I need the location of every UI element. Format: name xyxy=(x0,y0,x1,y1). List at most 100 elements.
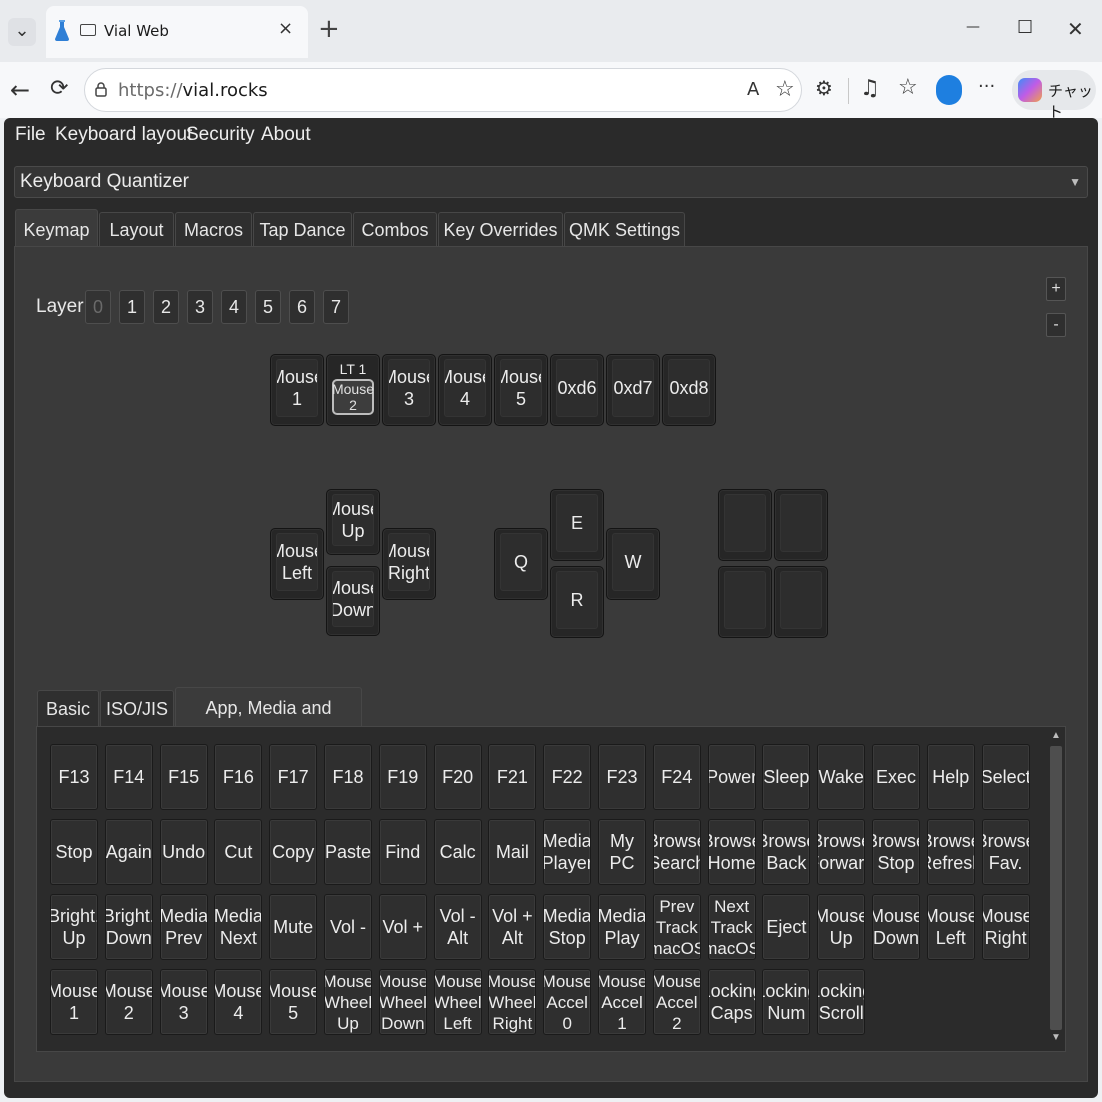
keycode-button[interactable]: Browse Refresh xyxy=(926,819,975,885)
keycode-button[interactable]: Wake xyxy=(817,744,866,810)
keymap-key[interactable]: 0xd7 xyxy=(606,354,660,426)
keycode-button[interactable]: Browse Search xyxy=(652,819,701,885)
keycode-button[interactable]: Vol + Alt xyxy=(488,894,537,960)
keycode-button[interactable]: Undo xyxy=(159,819,208,885)
keycode-button[interactable]: Bright. Up xyxy=(50,894,98,960)
keycode-button[interactable]: Media Player xyxy=(543,819,592,885)
keycode-button[interactable]: Mouse Right xyxy=(981,894,1030,960)
keycode-button[interactable]: Mouse Wheel Left xyxy=(433,969,482,1035)
keymap-key[interactable]: Mouse Left xyxy=(270,528,324,600)
keycode-button[interactable]: F20 xyxy=(433,744,482,810)
keycode-button[interactable]: Stop xyxy=(50,819,98,885)
layer-6-button[interactable]: 6 xyxy=(289,290,315,324)
keycode-button[interactable]: Mouse Down xyxy=(872,894,920,960)
tab-app-media-mouse[interactable]: App, Media and Mouse xyxy=(175,687,362,758)
keycode-button[interactable]: F15 xyxy=(159,744,208,810)
keycode-button[interactable]: F17 xyxy=(269,744,318,810)
extensions-icon[interactable]: ⚙ xyxy=(815,78,833,98)
media-control-icon[interactable]: ♫ xyxy=(860,78,880,100)
keycode-button[interactable]: Eject xyxy=(762,894,811,960)
keymap-key[interactable]: Q xyxy=(494,528,548,600)
tab-layout[interactable]: Layout xyxy=(99,212,174,246)
address-bar[interactable]: https://vial.rocks A ☆ xyxy=(84,68,802,112)
tab-tap-dance[interactable]: Tap Dance xyxy=(253,212,352,246)
keymap-key[interactable]: Mouse 4 xyxy=(438,354,492,426)
keycode-button[interactable]: Mouse 3 xyxy=(159,969,208,1035)
menu-security[interactable]: Security xyxy=(186,124,255,146)
keycode-button[interactable]: F13 xyxy=(50,744,98,810)
tab-key-overrides[interactable]: Key Overrides xyxy=(438,212,563,246)
keymap-key[interactable]: Mouse Right xyxy=(382,528,436,600)
tab-keymap[interactable]: Keymap xyxy=(15,209,98,247)
keymap-key[interactable]: Mouse 3 xyxy=(382,354,436,426)
tab-iso-jis[interactable]: ISO/JIS xyxy=(100,690,174,726)
keycode-button[interactable]: Exec xyxy=(872,744,920,810)
keymap-key-layer-tap[interactable]: LT 1 Mouse 2 xyxy=(326,354,380,426)
keycode-button[interactable]: Power xyxy=(707,744,756,810)
keycode-button[interactable]: Vol + xyxy=(378,894,427,960)
favorite-star-icon[interactable]: ☆ xyxy=(775,79,795,101)
keymap-key[interactable]: W xyxy=(606,528,660,600)
close-window-icon[interactable]: ✕ xyxy=(1067,19,1084,39)
keycode-button[interactable]: Sleep xyxy=(762,744,811,810)
layer-1-button[interactable]: 1 xyxy=(119,290,145,324)
keycode-button[interactable]: F18 xyxy=(324,744,372,810)
keycode-button[interactable]: My PC xyxy=(598,819,646,885)
scroll-down-arrow[interactable]: ▼ xyxy=(1050,1032,1062,1043)
reload-icon[interactable]: ⟳ xyxy=(50,78,68,100)
keycode-button[interactable]: Browse Home xyxy=(707,819,756,885)
tab-basic[interactable]: Basic xyxy=(37,690,99,726)
keycode-button[interactable]: Mouse Left xyxy=(926,894,975,960)
menu-keyboard-layout[interactable]: Keyboard layout xyxy=(55,124,192,146)
keycode-button[interactable]: Cut xyxy=(214,819,263,885)
keycode-button[interactable]: Mute xyxy=(269,894,318,960)
close-tab-icon[interactable]: × xyxy=(278,20,293,38)
keycode-button[interactable]: Vol - xyxy=(324,894,372,960)
layer-5-button[interactable]: 5 xyxy=(255,290,281,324)
keycode-button[interactable]: Browse Fav. xyxy=(981,819,1030,885)
keymap-key[interactable]: Mouse 5 xyxy=(494,354,548,426)
maximize-icon[interactable]: ☐ xyxy=(1017,19,1033,37)
browser-tab[interactable]: Vial Web × xyxy=(46,6,308,58)
keycode-button[interactable]: F23 xyxy=(598,744,646,810)
menu-about[interactable]: About xyxy=(261,124,311,146)
keymap-key-empty[interactable] xyxy=(774,489,828,561)
keymap-key[interactable]: Mouse 1 xyxy=(270,354,324,426)
keycode-button[interactable]: Copy xyxy=(269,819,318,885)
keycode-button[interactable]: Media Next xyxy=(214,894,263,960)
keycode-button[interactable]: F21 xyxy=(488,744,537,810)
keycode-button[interactable]: Mouse 5 xyxy=(269,969,318,1035)
keycode-button[interactable]: Find xyxy=(378,819,427,885)
new-tab-button[interactable]: + xyxy=(318,16,340,42)
keycode-button[interactable]: Prev Track macOS xyxy=(652,894,701,960)
keycode-button[interactable]: Locking Scroll xyxy=(817,969,866,1035)
keycode-button[interactable]: Bright. Down xyxy=(104,894,153,960)
keycode-button[interactable]: Next Track macOS xyxy=(707,894,756,960)
menu-file[interactable]: File xyxy=(15,124,46,146)
keymap-key[interactable]: Mouse Up xyxy=(326,489,380,555)
copilot-button[interactable]: チャット xyxy=(1012,70,1096,121)
tab-macros[interactable]: Macros xyxy=(175,212,252,246)
keymap-key[interactable]: 0xd6 xyxy=(550,354,604,426)
layer-3-button[interactable]: 3 xyxy=(187,290,213,324)
layer-4-button[interactable]: 4 xyxy=(221,290,247,324)
keymap-key[interactable]: R xyxy=(550,566,604,638)
keycode-button[interactable]: Mouse Up xyxy=(817,894,866,960)
keycode-button[interactable]: Paste xyxy=(324,819,372,885)
keycode-button[interactable]: Mouse Accel 1 xyxy=(598,969,646,1035)
keymap-key[interactable]: E xyxy=(550,489,604,561)
scroll-up-arrow[interactable]: ▲ xyxy=(1050,730,1062,741)
keymap-key-empty[interactable] xyxy=(774,566,828,638)
layer-tap-inner-key[interactable]: Mouse 2 xyxy=(332,379,374,415)
keycode-button[interactable]: Select xyxy=(981,744,1030,810)
keycode-button[interactable]: Calc xyxy=(433,819,482,885)
keycode-button[interactable]: Browse Stop xyxy=(872,819,920,885)
keymap-key-empty[interactable] xyxy=(718,489,772,561)
tab-list-button[interactable]: ⌄ xyxy=(8,18,36,46)
keycode-button[interactable]: Browse Forward xyxy=(817,819,866,885)
keycode-button[interactable]: Media Play xyxy=(598,894,646,960)
keycode-button[interactable]: Vol - Alt xyxy=(433,894,482,960)
keycode-button[interactable]: Mouse Accel 0 xyxy=(543,969,592,1035)
keycode-button[interactable]: Locking Caps xyxy=(707,969,756,1035)
scrollbar-thumb[interactable] xyxy=(1050,746,1062,1030)
